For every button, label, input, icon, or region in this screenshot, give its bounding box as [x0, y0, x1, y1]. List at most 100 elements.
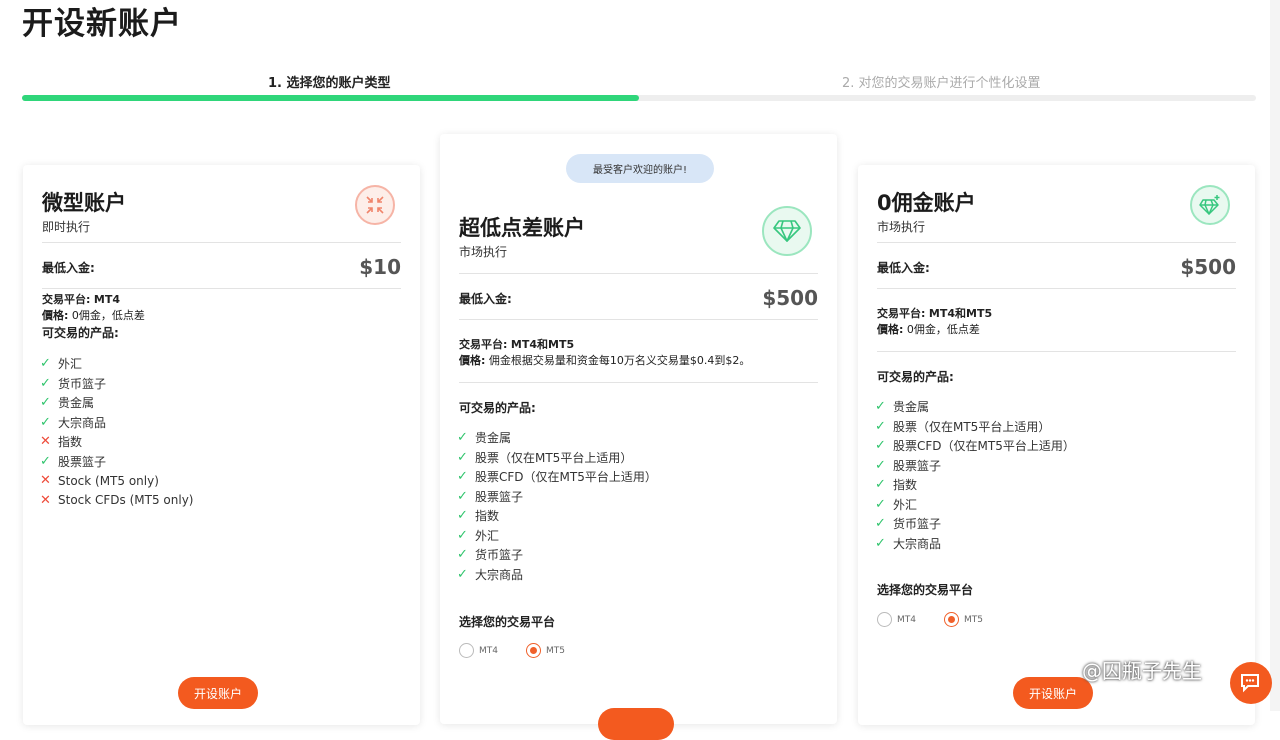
product-name: 贵金属: [58, 396, 95, 411]
check-icon: ✓: [457, 508, 468, 524]
divider: [459, 382, 818, 383]
check-icon: ✓: [875, 477, 886, 493]
product-name: 股票篮子: [475, 489, 524, 504]
price-label: 價格:: [42, 309, 69, 322]
card-subtitle: 市场执行: [877, 220, 926, 234]
radio-mt4[interactable]: [877, 612, 892, 627]
deposit-label: 最低入金:: [42, 261, 95, 275]
product-item: ✓ 股票篮子: [457, 487, 657, 507]
price-value: 0佣金，低点差: [906, 323, 980, 336]
platform-label: 交易平台:: [42, 293, 91, 306]
compress-arrows-icon: [355, 185, 395, 225]
product-item: ✓ 货币篮子: [40, 374, 194, 394]
product-name: 指数: [475, 509, 500, 524]
product-name: 贵金属: [893, 400, 930, 415]
product-item: ✓ 大宗商品: [457, 565, 657, 585]
divider: [877, 242, 1236, 243]
product-name: 贵金属: [475, 431, 512, 446]
product-item: ✓ 股票CFD（仅在MT5平台上适用）: [875, 436, 1075, 456]
radio-mt4[interactable]: [459, 643, 474, 658]
card-subtitle: 即时执行: [42, 220, 91, 234]
product-item: ✓ 股票篮子: [875, 456, 1075, 476]
check-icon: ✓: [40, 356, 51, 372]
radio-mt4-label[interactable]: MT4: [897, 615, 916, 625]
check-icon: ✓: [40, 375, 51, 391]
radio-mt5-label[interactable]: MT5: [964, 615, 983, 625]
product-item: ✓ 外汇: [457, 526, 657, 546]
deposit-value: $500: [1180, 255, 1236, 279]
scrollbar-track[interactable]: [1270, 0, 1280, 711]
product-name: 股票CFD（仅在MT5平台上适用）: [475, 470, 657, 485]
product-item: ✓ 货币篮子: [457, 545, 657, 565]
product-list: ✓ 贵金属 ✓ 股票（仅在MT5平台上适用） ✓ 股票CFD（仅在MT5平台上适用） ✓ 股票…: [875, 397, 1075, 553]
product-name: 货币篮子: [475, 548, 524, 563]
platform-value: MT4: [93, 293, 121, 306]
product-name: 大宗商品: [893, 536, 942, 551]
product-name: 股票篮子: [893, 458, 942, 473]
divider: [459, 273, 818, 274]
product-name: 大宗商品: [58, 415, 107, 430]
divider: [459, 319, 818, 320]
product-item: ✕ Stock (MT5 only): [40, 471, 194, 491]
product-item: ✓ 外汇: [875, 495, 1075, 515]
watermark: @囚瓶子先生: [1082, 659, 1202, 683]
step-1-label[interactable]: 1. 选择您的账户类型: [268, 72, 391, 91]
product-name: 外汇: [893, 497, 918, 512]
card-subtitle: 市场执行: [459, 245, 508, 259]
platform-value: MT4和MT5: [928, 307, 993, 320]
platform-select-label: 选择您的交易平台: [877, 583, 974, 597]
check-icon: ✓: [457, 547, 468, 563]
platform-label: 交易平台:: [459, 338, 508, 351]
platform-line: 交易平台: MT4和MT5: [459, 336, 574, 352]
radio-mt5[interactable]: [944, 612, 959, 627]
price-value: 0佣金，低点差: [71, 309, 145, 322]
price-line: 價格: 佣金根据交易量和资金每10万名义交易量$0.4到$2。: [459, 352, 750, 368]
cross-icon: ✕: [40, 434, 51, 450]
product-item: ✓ 贵金属: [875, 397, 1075, 417]
diamond-icon: [762, 206, 812, 256]
deposit-label: 最低入金:: [877, 261, 930, 275]
card-title: 0佣金账户: [877, 191, 976, 215]
platform-line: 交易平台: MT4和MT5: [877, 305, 992, 321]
open-account-button[interactable]: 开设账户: [178, 677, 258, 709]
deposit-label: 最低入金:: [459, 292, 512, 306]
chat-bubble-icon[interactable]: [1230, 662, 1272, 704]
radio-mt4-label[interactable]: MT4: [479, 646, 498, 656]
open-account-button[interactable]: [598, 708, 674, 740]
product-item: ✓ 大宗商品: [40, 413, 194, 433]
check-icon: ✓: [40, 414, 51, 430]
platform-line: 交易平台: MT4: [42, 291, 120, 307]
cross-icon: ✕: [40, 473, 51, 489]
radio-mt5-label[interactable]: MT5: [546, 646, 565, 656]
product-item: ✕ Stock CFDs (MT5 only): [40, 491, 194, 511]
products-label: 可交易的产品:: [459, 401, 536, 415]
platform-label: 交易平台:: [877, 307, 926, 320]
open-account-button[interactable]: 开设账户: [1013, 677, 1093, 709]
check-icon: ✓: [40, 453, 51, 469]
product-item: ✓ 大宗商品: [875, 534, 1075, 554]
check-icon: ✓: [457, 527, 468, 543]
radio-mt5[interactable]: [526, 643, 541, 658]
product-item: ✓ 股票CFD（仅在MT5平台上适用）: [457, 467, 657, 487]
product-name: 股票篮子: [58, 454, 107, 469]
product-item: ✓ 外汇: [40, 354, 194, 374]
check-icon: ✓: [875, 457, 886, 473]
platform-radio-group: MT4 MT5: [877, 612, 1011, 627]
product-item: ✓ 指数: [875, 475, 1075, 495]
product-item: ✓ 股票（仅在MT5平台上适用）: [457, 448, 657, 468]
product-name: 外汇: [475, 528, 500, 543]
check-icon: ✓: [457, 488, 468, 504]
product-item: ✕ 指数: [40, 432, 194, 452]
card-zero-commission-account: 0佣金账户 市场执行 最低入金: $500 交易平台: MT4和MT5 價格: …: [858, 165, 1255, 725]
product-item: ✓ 股票（仅在MT5平台上适用）: [875, 417, 1075, 437]
product-name: 外汇: [58, 357, 83, 372]
platform-value: MT4和MT5: [510, 338, 575, 351]
product-name: 股票CFD（仅在MT5平台上适用）: [893, 439, 1075, 454]
check-icon: ✓: [875, 496, 886, 512]
price-line: 價格: 0佣金，低点差: [877, 321, 980, 337]
price-value: 佣金根据交易量和资金每10万名义交易量$0.4到$2。: [488, 354, 751, 367]
product-name: 货币篮子: [58, 376, 107, 391]
products-label: 可交易的产品:: [877, 370, 954, 384]
product-list: ✓ 外汇 ✓ 货币篮子 ✓ 贵金属 ✓ 大宗商品 ✕ 指数 ✓ 股票篮子 ✕ Stock (MT5 onl…: [40, 354, 194, 510]
product-name: 大宗商品: [475, 567, 524, 582]
